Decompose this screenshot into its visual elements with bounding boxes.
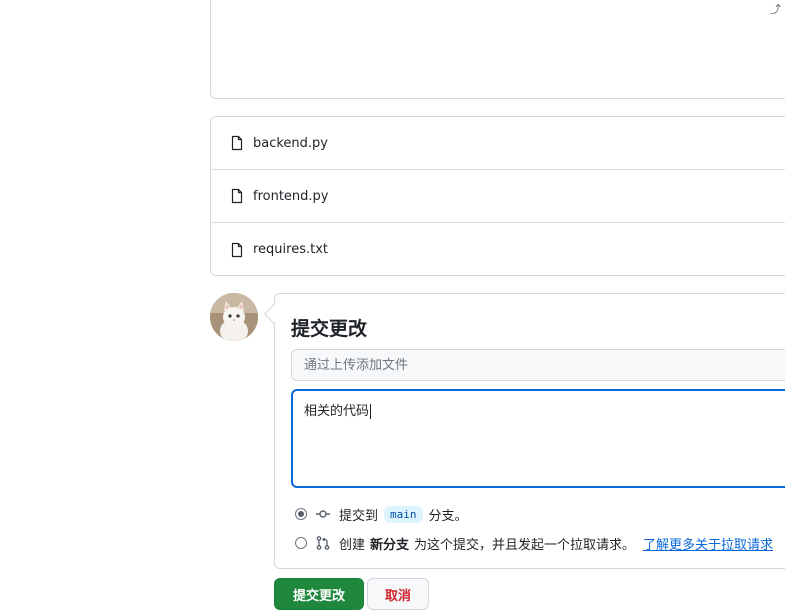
commit-title: 提交更改 [291, 318, 368, 340]
upload-dropzone[interactable]: ⤴ [210, 0, 785, 99]
new-branch-bold-text: 新分支 [370, 537, 410, 553]
new-branch-suffix: 为这个提交，并且发起一个拉取请求。 [414, 537, 636, 553]
git-commit-icon [316, 510, 330, 518]
file-icon [231, 135, 243, 151]
commit-changes-button[interactable]: 提交更改 [274, 578, 364, 610]
file-row[interactable]: backend.py [211, 117, 785, 170]
commit-description-text: 相关的代码 [304, 404, 370, 419]
commit-direct-suffix: 分支。 [428, 508, 468, 524]
branch-name-badge: main [384, 505, 423, 523]
commit-summary-input[interactable] [291, 349, 785, 381]
file-name: backend.py [253, 135, 328, 151]
git-pull-request-icon [316, 536, 330, 550]
commit-changes-panel: 提交更改 相关的代码 提交到 main 分支。 创建 新分支 为这个提交，并且发… [264, 293, 785, 569]
text-caret [370, 404, 372, 419]
file-icon [231, 242, 243, 257]
cat-avatar-image [210, 293, 258, 341]
new-branch-option[interactable]: 创建 新分支 为这个提交，并且发起一个拉取请求。 了解更多关于拉取请求 [295, 533, 773, 553]
cancel-button[interactable]: 取消 [367, 578, 429, 610]
new-branch-prefix: 创建 [339, 537, 366, 553]
avatar [210, 293, 258, 341]
commit-direct-radio[interactable] [295, 508, 307, 520]
file-name: frontend.py [253, 188, 329, 204]
learn-more-pull-request-link[interactable]: 了解更多关于拉取请求 [643, 534, 773, 553]
new-branch-radio[interactable] [295, 537, 307, 549]
file-name: requires.txt [253, 242, 329, 257]
file-row[interactable]: requires.txt [211, 223, 785, 276]
commit-description-textarea[interactable]: 相关的代码 [291, 389, 785, 488]
dropzone-corner-icon: ⤴ [770, 3, 781, 16]
uploaded-file-list: backend.py frontend.py requires.txt [210, 116, 785, 276]
commit-direct-prefix: 提交到 [339, 508, 379, 524]
file-row[interactable]: frontend.py [211, 170, 785, 223]
file-icon [231, 188, 243, 204]
panel-pointer [264, 304, 284, 324]
commit-direct-option[interactable]: 提交到 main 分支。 [295, 504, 468, 524]
